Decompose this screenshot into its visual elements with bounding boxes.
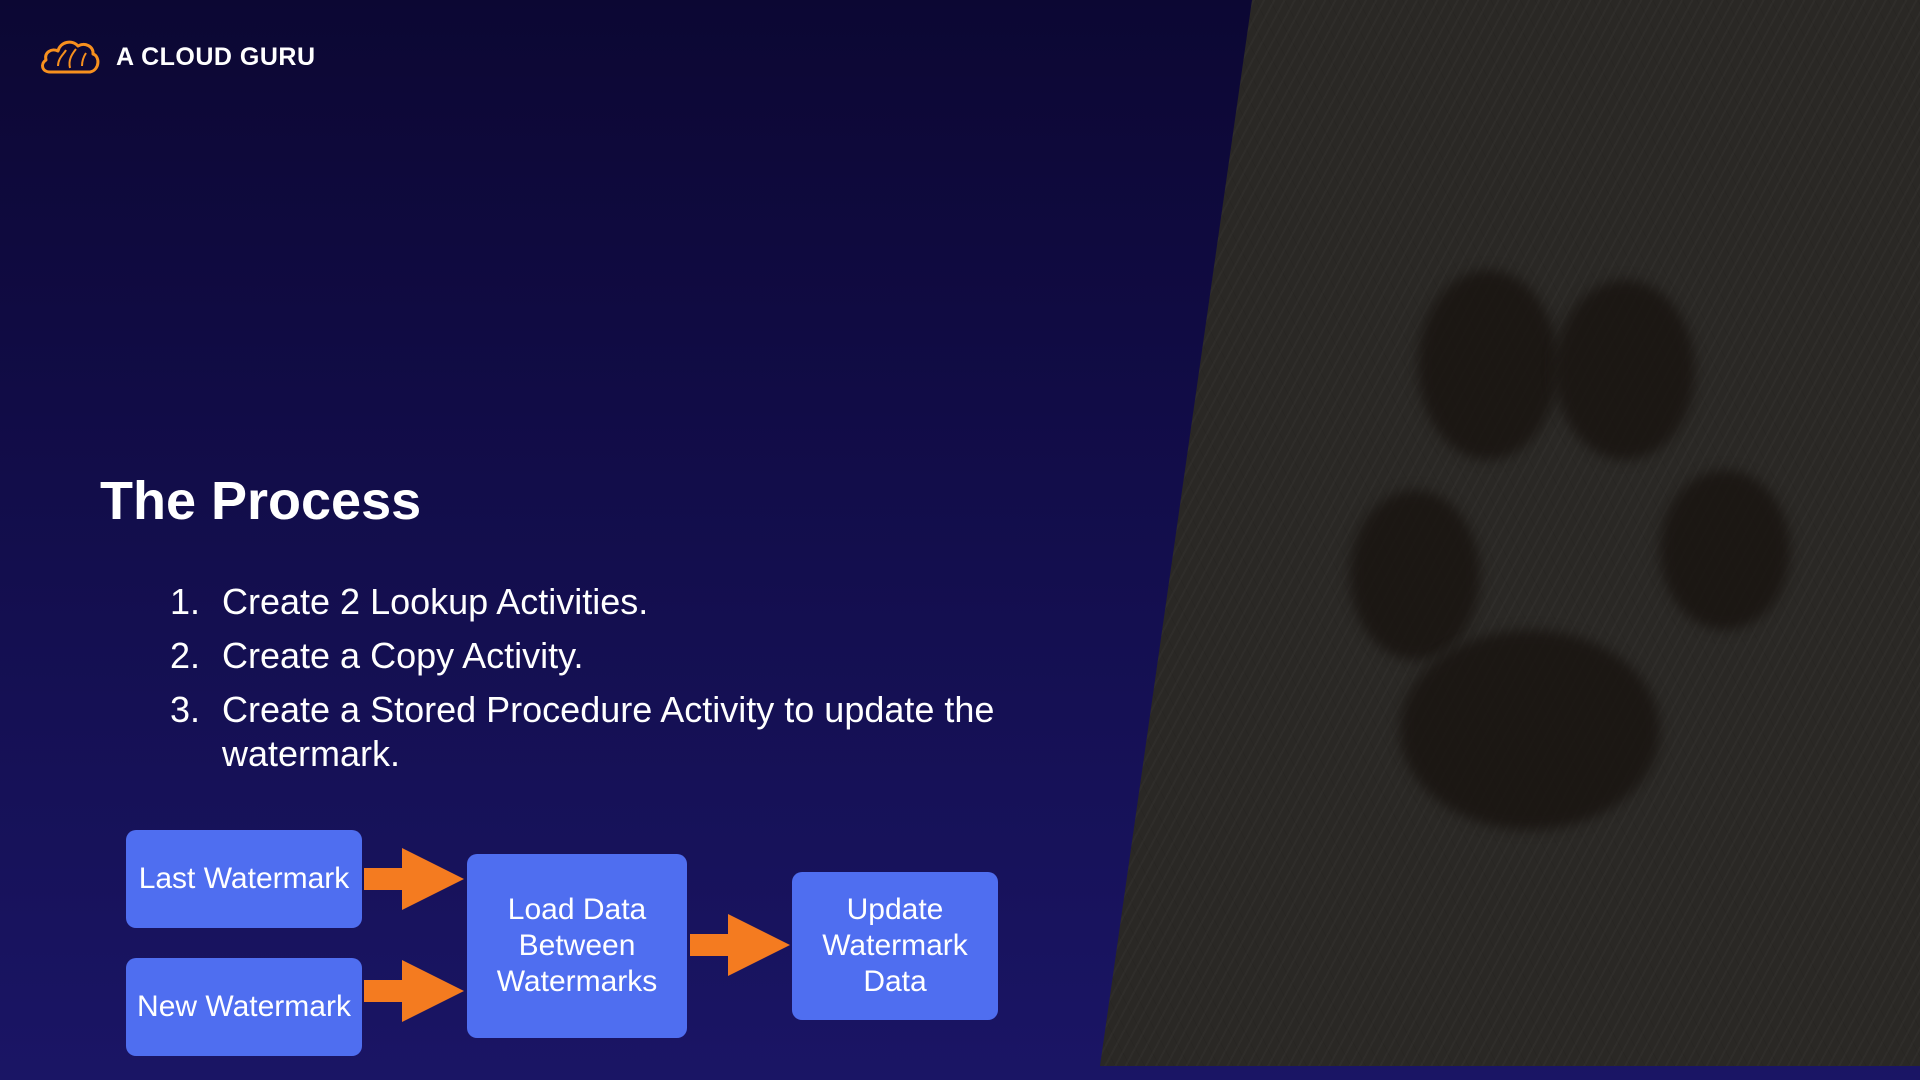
step-number: 2. (170, 635, 201, 676)
paw-toe-1 (1418, 270, 1558, 460)
paw-pad (1400, 630, 1660, 830)
arrow-right-icon (364, 960, 464, 1022)
paw-toe-3 (1350, 490, 1480, 660)
slide: A CLOUD GURU The Process 1. Create 2 Loo… (0, 0, 1920, 1080)
load-data-label: Load Data Between Watermarks (496, 893, 658, 998)
cloud-icon (41, 40, 100, 74)
new-watermark-label: New Watermark (137, 990, 351, 1023)
update-watermark-box: Update Watermark Data (792, 872, 998, 1020)
photo-texture (1100, 0, 1920, 1066)
step-item: 2. Create a Copy Activity. (170, 634, 1090, 678)
step-item: 1. Create 2 Lookup Activities. (170, 580, 1090, 624)
brand-name: A CLOUD GURU (116, 42, 316, 71)
process-steps: 1. Create 2 Lookup Activities. 2. Create… (170, 580, 1090, 786)
arrow-right-icon (690, 914, 790, 976)
step-text: Create a Copy Activity. (222, 635, 584, 676)
step-number: 3. (170, 689, 201, 730)
step-text: Create a Stored Procedure Activity to up… (222, 689, 995, 774)
arrow-right-icon (364, 848, 464, 910)
update-watermark-label: Update Watermark Data (822, 893, 968, 998)
last-watermark-box: Last Watermark (126, 830, 362, 928)
paw-print-photo (1100, 0, 1920, 1066)
step-number: 1. (170, 581, 201, 622)
last-watermark-label: Last Watermark (138, 862, 350, 895)
paw-toe-4 (1660, 470, 1790, 630)
slide-title: The Process (100, 471, 422, 531)
step-text: Create 2 Lookup Activities. (222, 581, 649, 622)
new-watermark-box: New Watermark (126, 958, 362, 1056)
paw-toe-2 (1555, 280, 1695, 460)
brand-logo: A CLOUD GURU (38, 36, 316, 78)
load-data-box: Load Data Between Watermarks (467, 854, 687, 1038)
step-item: 3. Create a Stored Procedure Activity to… (170, 688, 1090, 776)
